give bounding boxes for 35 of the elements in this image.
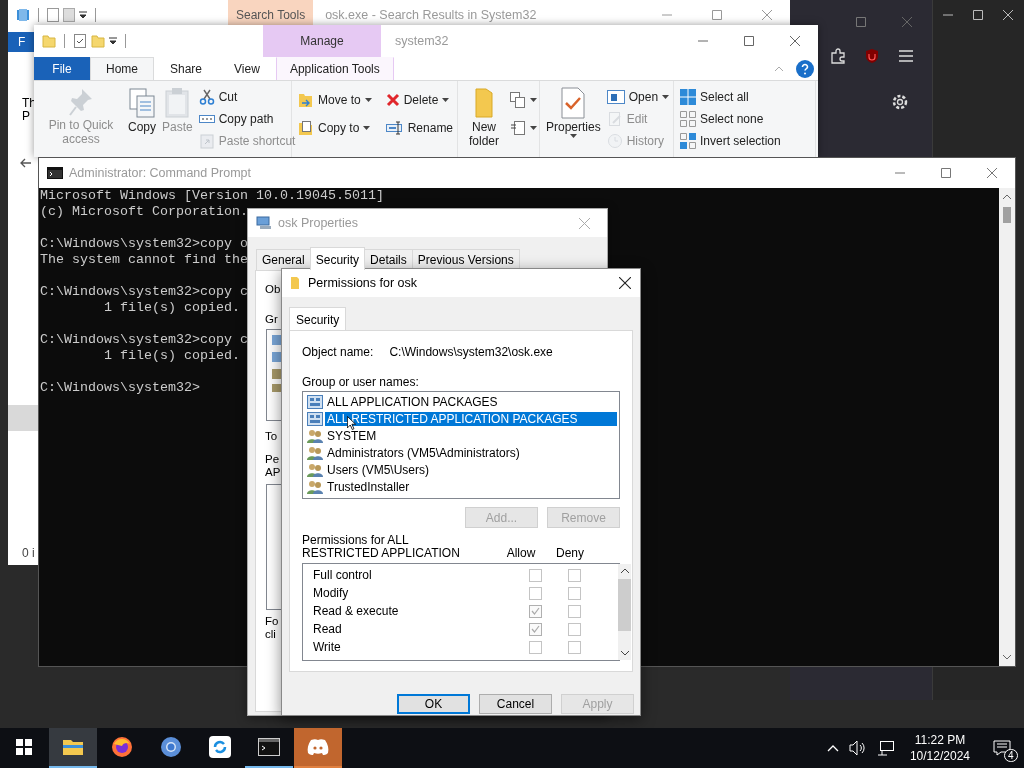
permission-name: Modify [313,586,350,600]
console-line: C:\Windows\system32> [40,380,200,395]
context-tab-header: Manage [263,25,381,57]
dialog-title: osk Properties [278,216,358,230]
field-label: AP [265,466,281,479]
permission-name: Write [313,640,342,654]
hint-text: Fo [265,615,279,628]
console-line: C:\Windows\system32>copy c [40,284,248,299]
permission-name: Full control [313,568,373,582]
dialog-title: Permissions for osk [308,276,418,290]
field-label: To [265,430,278,442]
console-line: The system cannot find the [40,252,248,267]
console-line: (c) Microsoft Corporation. [40,204,248,219]
console-line: C:\Windows\system32>copy o [40,236,248,251]
field-label: Permissions for ALL RESTRICTED APPLICATION [302,534,461,560]
status-text: 0 i [22,546,35,560]
field-label: Pe [265,453,281,466]
column-header: Allow [505,546,537,560]
permission-name: Read [313,622,343,636]
window-title: osk.exe - Search Results in System32 [325,8,537,22]
window-title: system32 [395,34,449,48]
ribbon-label: P [22,110,31,123]
column-header: Deny [555,546,585,560]
permission-name: Read & execute [313,604,400,618]
console-line: 1 file(s) copied. [103,348,240,363]
field-label: Ob [265,283,281,295]
console-line: Microsoft Windows [Version 10.0.19045.5011] [40,188,384,203]
window-title: Administrator: Command Prompt [69,166,251,180]
field-label: Object name: [302,345,374,359]
hint-text: cli [265,628,277,641]
console-line: C:\Windows\system32>copy c [40,332,248,347]
console-line: 1 file(s) copied. [103,300,240,315]
field-label: Group or user names: [302,375,420,389]
field-value: C:\Windows\system32\osk.exe [389,345,553,359]
field-label: Gr [265,313,278,325]
